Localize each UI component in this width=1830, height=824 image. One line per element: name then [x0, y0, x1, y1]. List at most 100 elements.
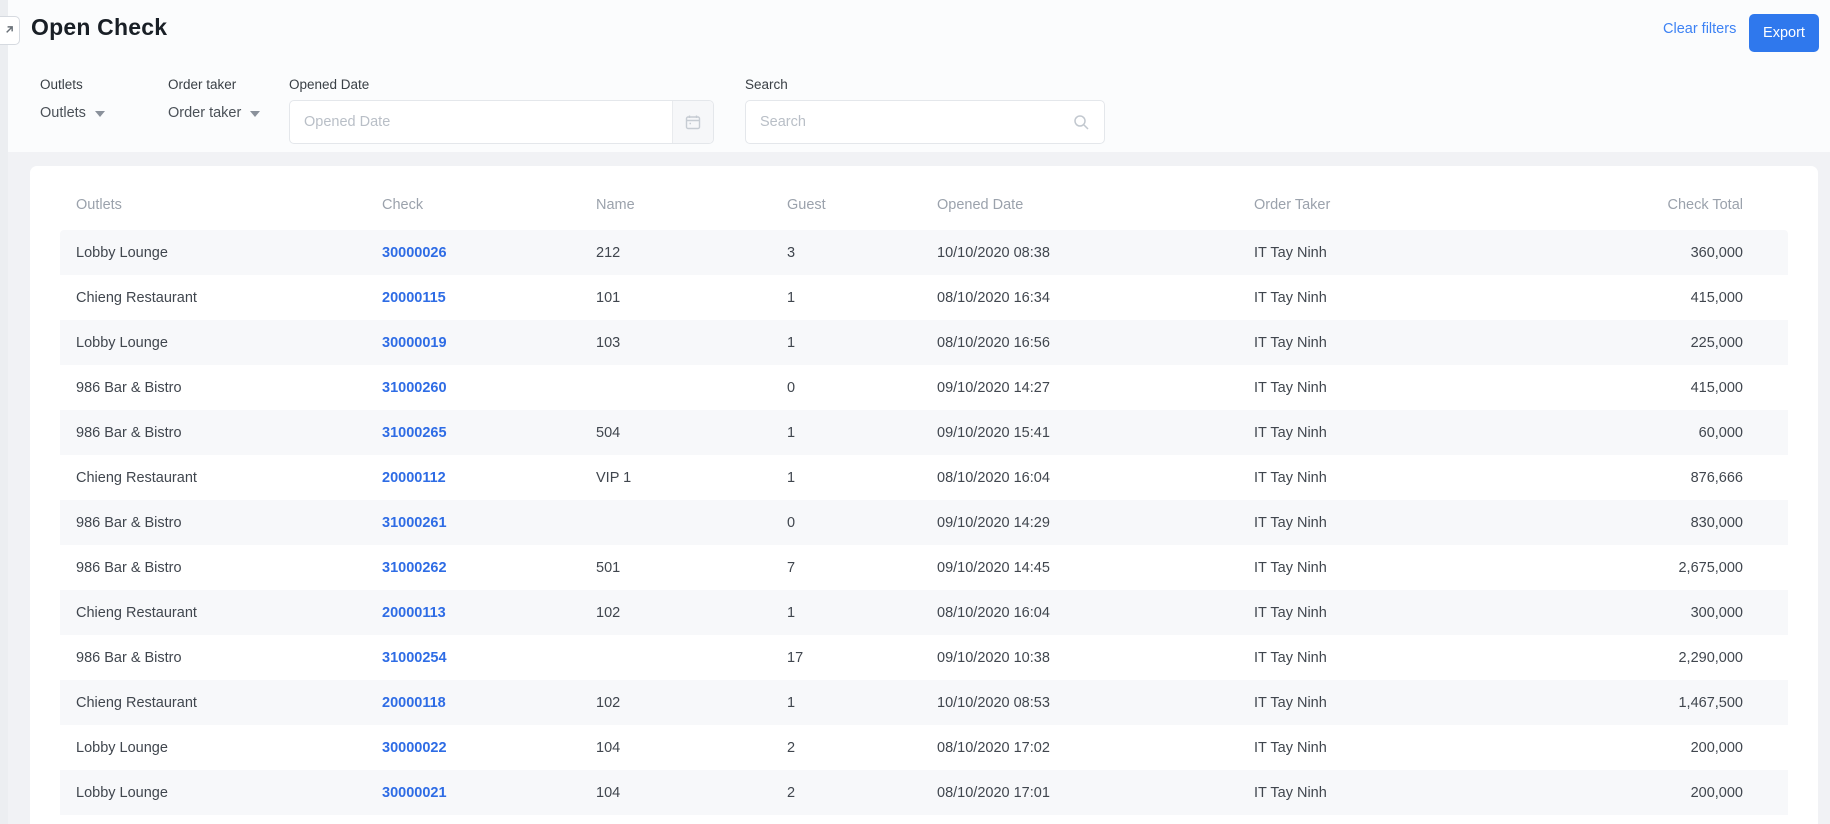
cell-name: 501	[596, 559, 621, 576]
cell-order-taker: IT Tay Ninh	[1254, 649, 1327, 666]
caret-down-icon	[94, 111, 105, 117]
cell-opened-date: 09/10/2020 10:38	[937, 649, 1050, 666]
cell-opened-date: 09/10/2020 14:29	[921, 500, 1238, 545]
cell-outlet: 986 Bar & Bistro	[76, 559, 182, 576]
cell-check-total: 1,467,500	[1500, 680, 1788, 725]
check-number-link[interactable]: 20000112	[382, 470, 446, 486]
check-number-link[interactable]: 31000265	[382, 425, 447, 441]
cell-outlet: 986 Bar & Bistro	[60, 500, 366, 545]
col-header-order-taker: Order Taker	[1254, 197, 1331, 213]
table-row: Lobby Lounge 30000026 212 3 10/10/2020 0…	[60, 230, 1788, 275]
cell-order-taker: IT Tay Ninh	[1254, 559, 1327, 576]
table-row: 986 Bar & Bistro 31000254 17 09/10/2020 …	[60, 635, 1788, 680]
cell-opened-date: 08/10/2020 16:04	[937, 469, 1050, 486]
outlets-dropdown-value: Outlets	[40, 105, 86, 121]
cell-check: 20000112	[366, 455, 580, 500]
cell-check: 20000115	[366, 275, 580, 320]
table-header-row: Outlets Check Name Guest Opened Date Ord…	[60, 180, 1788, 230]
check-number-link[interactable]: 31000262	[382, 560, 447, 576]
cell-opened-date: 10/10/2020 08:38	[921, 230, 1238, 275]
cell-guest: 0	[787, 379, 796, 396]
order-taker-dropdown[interactable]: Order taker	[168, 105, 261, 121]
cell-check-total: 830,000	[1500, 500, 1788, 545]
cell-outlet: 986 Bar & Bistro	[76, 379, 182, 396]
search-input[interactable]	[746, 114, 1073, 130]
cell-check-total: 200,000	[1690, 739, 1743, 756]
cell-order-taker: IT Tay Ninh	[1238, 320, 1500, 365]
export-button[interactable]: Export	[1749, 14, 1819, 52]
cell-check: 31000265	[366, 410, 580, 455]
opened-date-input[interactable]	[290, 101, 672, 143]
table-row: Lobby Lounge 30000019 103 1 08/10/2020 1…	[60, 320, 1788, 365]
cell-opened-date: 08/10/2020 16:56	[921, 320, 1238, 365]
cell-order-taker: IT Tay Ninh	[1238, 680, 1500, 725]
table-row: 986 Bar & Bistro 31000262 501 7 09/10/20…	[60, 545, 1788, 590]
cell-check: 30000026	[366, 230, 580, 275]
external-link-icon	[3, 25, 14, 36]
cell-outlet: 986 Bar & Bistro	[76, 649, 182, 666]
page-title: Open Check	[31, 14, 168, 40]
cell-name: 103	[580, 320, 771, 365]
cell-check-total: 200,000	[1500, 770, 1788, 815]
cell-name: 212	[580, 230, 771, 275]
cell-outlet: Lobby Lounge	[60, 230, 366, 275]
collapse-sidebar-button[interactable]	[0, 16, 20, 45]
clear-filters-link[interactable]: Clear filters	[1663, 21, 1736, 37]
cell-check: 20000113	[366, 590, 580, 635]
calendar-icon	[685, 114, 701, 130]
outlets-filter-label: Outlets	[40, 77, 83, 92]
caret-down-icon	[250, 111, 261, 117]
cell-check-total: 415,000	[1690, 379, 1743, 396]
search-input-group	[745, 100, 1105, 144]
cell-opened-date: 10/10/2020 08:53	[921, 680, 1238, 725]
col-header-name: Name	[596, 197, 635, 213]
order-taker-dropdown-value: Order taker	[168, 105, 242, 121]
cell-opened-date: 09/10/2020 14:45	[937, 559, 1050, 576]
cell-guest: 1	[787, 289, 796, 306]
cell-name: 104	[596, 739, 621, 756]
check-number-link[interactable]: 30000021	[382, 785, 447, 801]
cell-guest: 1	[771, 320, 921, 365]
cell-check: 30000021	[366, 770, 580, 815]
cell-order-taker: IT Tay Ninh	[1238, 500, 1500, 545]
check-number-link[interactable]: 30000022	[382, 740, 447, 756]
check-number-link[interactable]: 20000115	[382, 290, 446, 306]
cell-check-total: 2,675,000	[1678, 559, 1743, 576]
cell-guest: 2	[787, 739, 796, 756]
cell-opened-date: 08/10/2020 16:04	[921, 590, 1238, 635]
cell-guest: 1	[771, 680, 921, 725]
col-header-outlets: Outlets	[76, 197, 122, 213]
cell-order-taker: IT Tay Ninh	[1254, 289, 1327, 306]
cell-check-total: 876,666	[1690, 469, 1743, 486]
calendar-button[interactable]	[672, 101, 713, 143]
cell-guest: 2	[771, 770, 921, 815]
check-number-link[interactable]: 31000261	[382, 515, 447, 531]
open-check-table-card: Outlets Check Name Guest Opened Date Ord…	[30, 166, 1818, 824]
opened-date-input-group	[289, 100, 714, 144]
cell-order-taker: IT Tay Ninh	[1238, 230, 1500, 275]
outlets-dropdown[interactable]: Outlets	[40, 105, 105, 121]
table-row: Chieng Restaurant 20000118 102 1 10/10/2…	[60, 680, 1788, 725]
cell-opened-date: 08/10/2020 16:34	[937, 289, 1050, 306]
cell-order-taker: IT Tay Ninh	[1254, 379, 1327, 396]
cell-guest: 0	[771, 500, 921, 545]
col-header-opened-date: Opened Date	[937, 197, 1024, 213]
check-number-link[interactable]: 30000026	[382, 245, 447, 261]
cell-check: 31000261	[366, 500, 580, 545]
check-number-link[interactable]: 20000118	[382, 695, 446, 711]
open-check-table: Outlets Check Name Guest Opened Date Ord…	[60, 180, 1788, 815]
check-number-link[interactable]: 31000260	[382, 380, 447, 396]
cell-opened-date: 09/10/2020 14:27	[937, 379, 1050, 396]
table-row: 986 Bar & Bistro 31000261 0 09/10/2020 1…	[60, 500, 1788, 545]
table-row: Chieng Restaurant 20000112 VIP 1 1 08/10…	[60, 455, 1788, 500]
check-number-link[interactable]: 30000019	[382, 335, 447, 351]
table-row: 986 Bar & Bistro 31000260 0 09/10/2020 1…	[60, 365, 1788, 410]
table-row: Lobby Lounge 30000022 104 2 08/10/2020 1…	[60, 725, 1788, 770]
table-row: Lobby Lounge 30000021 104 2 08/10/2020 1…	[60, 770, 1788, 815]
check-number-link[interactable]: 31000254	[382, 650, 447, 666]
cell-name: VIP 1	[596, 469, 632, 486]
cell-name	[580, 635, 771, 680]
cell-check: 31000260	[366, 365, 580, 410]
check-number-link[interactable]: 20000113	[382, 605, 446, 621]
cell-outlet: Chieng Restaurant	[60, 590, 366, 635]
